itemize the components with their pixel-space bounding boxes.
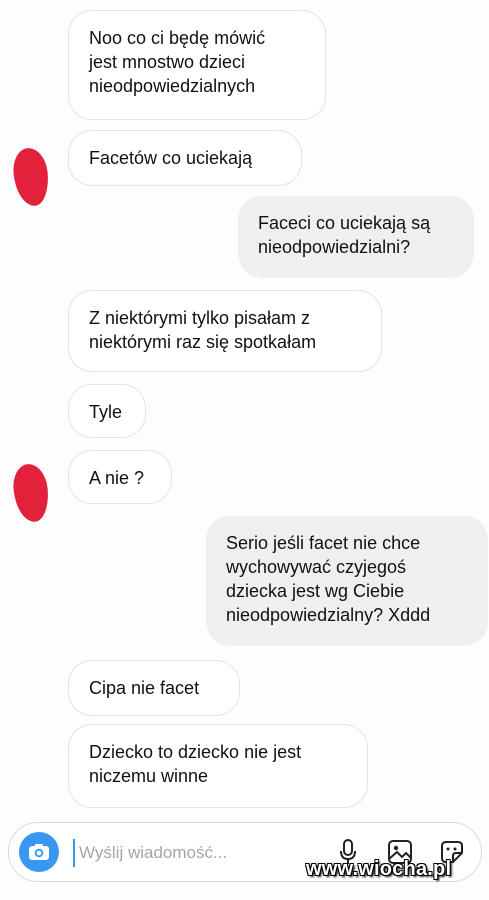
message-bubble-incoming: Dziecko to dziecko nie jest niczemu winn… (68, 724, 368, 808)
message-bubble-outgoing: Serio jeśli facet nie chce wychowywać cz… (206, 516, 488, 646)
text-caret (73, 839, 75, 867)
avatar (11, 146, 51, 208)
message-bubble-incoming: Facetów co uciekają (68, 130, 302, 186)
message-bubble-incoming: Cipa nie facet (68, 660, 240, 716)
message-bubble-outgoing: Faceci co uciekają są nieodpowiedzialni? (238, 196, 474, 278)
avatar (11, 462, 51, 524)
message-bubble-incoming: A nie ? (68, 450, 172, 504)
message-bubble-incoming: Noo co ci będę mówić jest mnostwo dzieci… (68, 10, 326, 120)
camera-icon[interactable] (19, 832, 59, 872)
message-bubble-incoming: Tyle (68, 384, 146, 438)
message-input[interactable] (79, 839, 279, 867)
message-bubble-incoming: Z niektórymi tylko pisałam z niektórymi … (68, 290, 382, 372)
watermark: www.wiocha.pl (306, 858, 452, 880)
